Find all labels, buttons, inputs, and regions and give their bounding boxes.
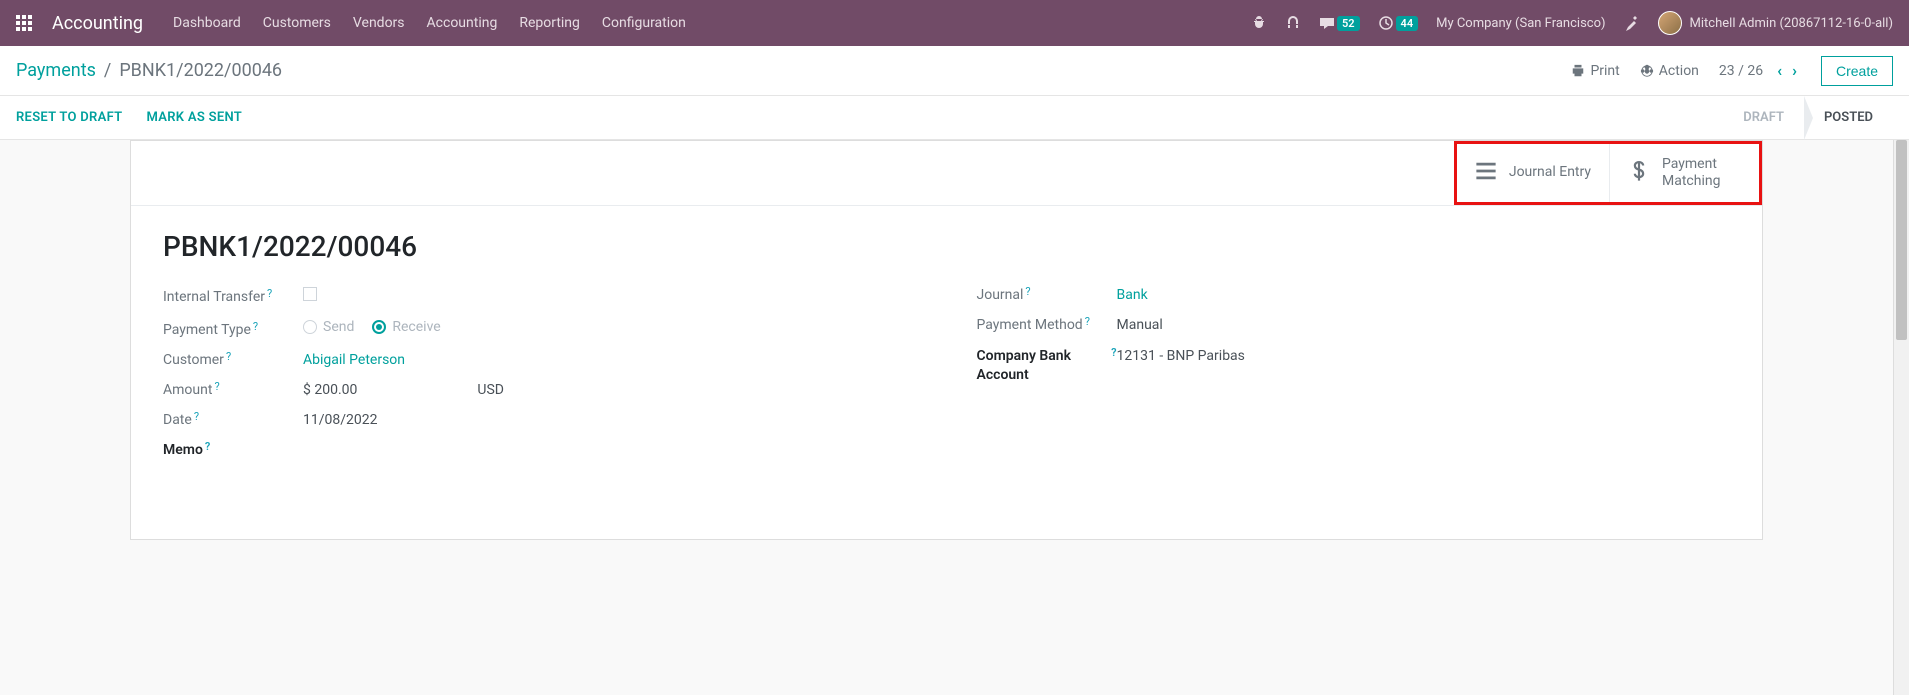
help-icon[interactable]: ? [1025,285,1030,298]
pager-prev[interactable]: ‹ [1773,61,1786,80]
label-date: Date? [163,412,303,428]
scroll-thumb[interactable] [1896,140,1907,340]
label-memo: Memo? [163,442,303,458]
breadcrumb-parent[interactable]: Payments [16,60,96,81]
help-icon[interactable]: ? [214,380,219,393]
list-icon [1475,160,1497,186]
label-payment-method: Payment Method? [977,317,1117,333]
nav-reporting[interactable]: Reporting [519,15,580,31]
messages-badge: 52 [1337,16,1360,31]
pager: 23 / 26 ‹ › [1719,61,1801,80]
activities-badge: 44 [1396,16,1419,31]
main-area: Journal Entry Payment Matching PBNK1/202… [0,140,1909,695]
radio-receive[interactable]: Receive [372,319,440,335]
help-icon[interactable]: ? [1085,315,1090,328]
reset-to-draft-button[interactable]: RESET TO DRAFT [16,110,122,125]
app-brand[interactable]: Accounting [52,13,143,34]
internal-transfer-checkbox[interactable] [303,287,317,301]
avatar [1658,11,1682,35]
label-journal: Journal? [977,287,1117,303]
label-bank-account: Company Bank Account? [977,347,1117,386]
control-bar: Payments / PBNK1/2022/00046 Print Action… [0,46,1909,96]
help-icon[interactable]: ? [1111,345,1116,360]
status-posted[interactable]: POSTED [1804,96,1893,139]
date-value: 11/08/2022 [303,412,917,428]
left-column: Internal Transfer? Payment Type? Send Re… [163,287,917,472]
pager-next[interactable]: › [1788,61,1801,80]
label-customer: Customer? [163,352,303,368]
print-button[interactable]: Print [1571,63,1619,79]
user-name: Mitchell Admin (20867112-16-0-all) [1690,16,1893,31]
pager-count[interactable]: 23 / 26 [1719,63,1763,79]
nav-menu: Dashboard Customers Vendors Accounting R… [173,15,686,31]
support-icon[interactable] [1285,15,1301,31]
breadcrumb-sep: / [104,60,111,81]
nav-dashboard[interactable]: Dashboard [173,15,241,31]
bug-icon[interactable] [1251,15,1267,31]
breadcrumb: Payments / PBNK1/2022/00046 [16,60,282,81]
payment-type-radio: Send Receive [303,319,917,335]
create-button[interactable]: Create [1821,56,1893,86]
bank-account-value: 12131 - BNP Paribas [1117,348,1731,364]
payment-method-value: Manual [1117,317,1731,333]
right-column: Journal? Bank Payment Method? Manual Com… [977,287,1731,472]
nav-configuration[interactable]: Configuration [602,15,686,31]
status-bar: RESET TO DRAFT MARK AS SENT DRAFT POSTED [0,96,1909,140]
main-navbar: Accounting Dashboard Customers Vendors A… [0,0,1909,46]
label-internal-transfer: Internal Transfer? [163,289,303,305]
nav-vendors[interactable]: Vendors [353,15,405,31]
user-menu[interactable]: Mitchell Admin (20867112-16-0-all) [1658,11,1893,35]
button-box: Journal Entry Payment Matching [131,141,1762,206]
tools-icon[interactable] [1624,15,1640,31]
company-selector[interactable]: My Company (San Francisco) [1436,16,1605,31]
journal-entry-button[interactable]: Journal Entry [1457,144,1609,202]
nav-accounting[interactable]: Accounting [427,15,498,31]
help-icon[interactable]: ? [253,320,258,333]
label-payment-type: Payment Type? [163,322,303,338]
currency-value: USD [477,382,504,398]
breadcrumb-current: PBNK1/2022/00046 [119,60,282,81]
radio-send[interactable]: Send [303,319,354,335]
payment-matching-button[interactable]: Payment Matching [1609,144,1759,202]
help-icon[interactable]: ? [194,410,199,423]
customer-link[interactable]: Abigail Peterson [303,352,405,368]
dollar-icon [1628,160,1650,186]
journal-link[interactable]: Bank [1117,287,1148,303]
activities-icon[interactable]: 44 [1378,15,1419,31]
mark-as-sent-button[interactable]: MARK AS SENT [146,110,242,125]
record-title: PBNK1/2022/00046 [163,230,1730,263]
label-amount: Amount? [163,382,303,398]
help-icon[interactable]: ? [205,440,210,453]
scrollbar[interactable] [1893,140,1909,695]
amount-value: $ 200.00 [303,382,357,398]
form-sheet: Journal Entry Payment Matching PBNK1/202… [130,140,1763,540]
apps-icon[interactable] [16,15,32,31]
status-draft[interactable]: DRAFT [1723,96,1804,139]
messages-icon[interactable]: 52 [1319,15,1360,31]
nav-customers[interactable]: Customers [263,15,331,31]
help-icon[interactable]: ? [226,350,231,363]
help-icon[interactable]: ? [267,287,272,300]
action-button[interactable]: Action [1640,63,1699,79]
